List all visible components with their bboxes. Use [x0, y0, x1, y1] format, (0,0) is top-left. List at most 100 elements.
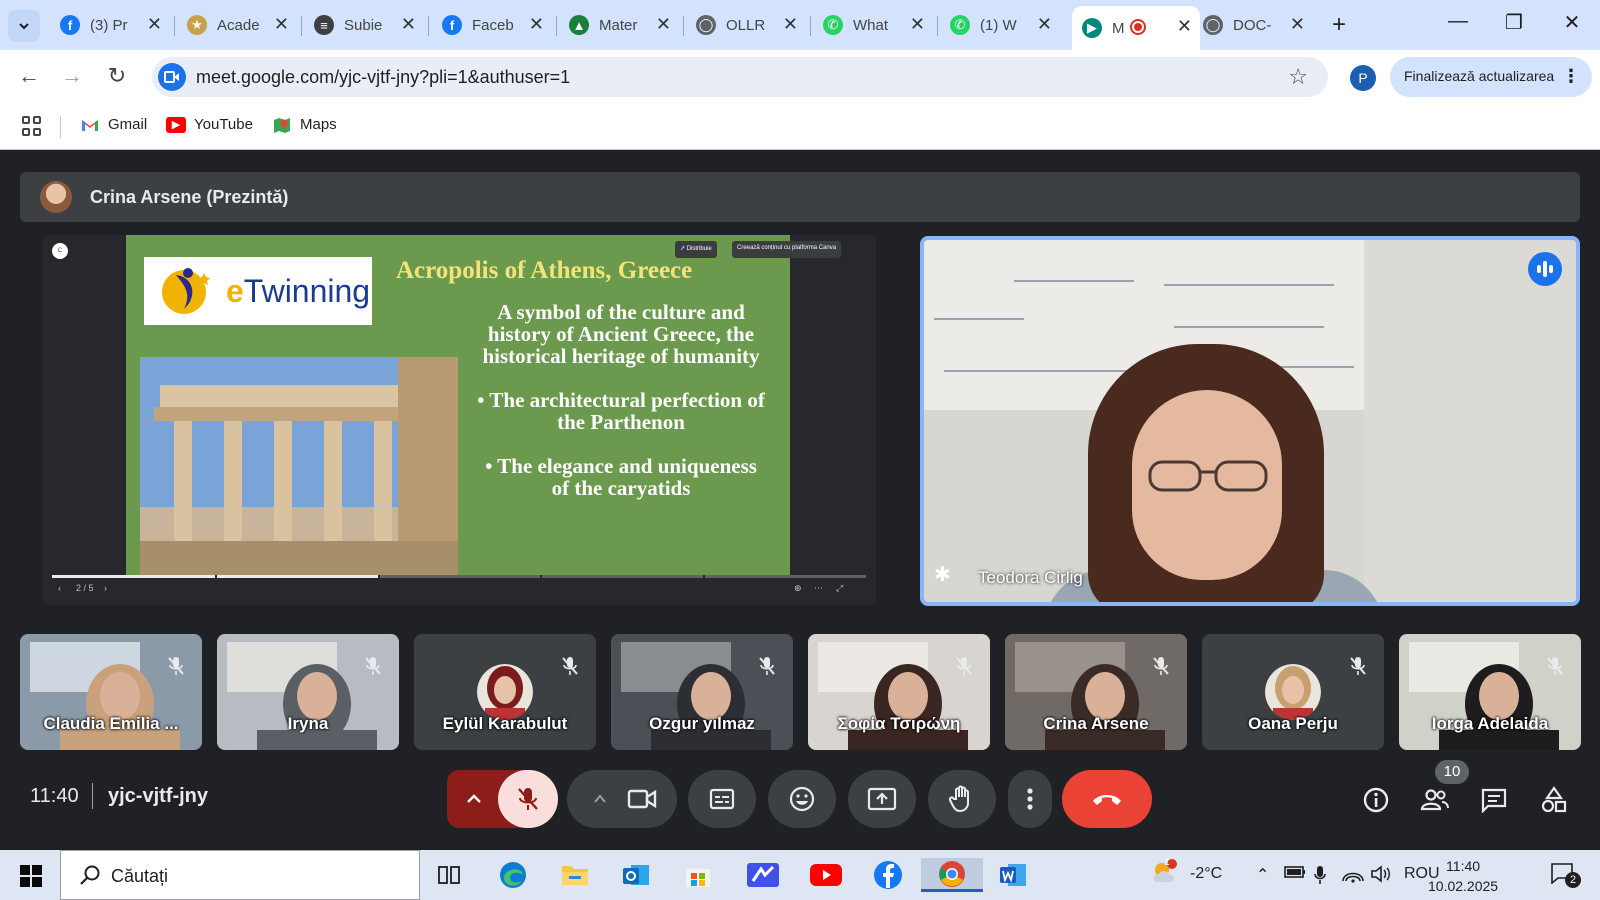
- browser-tab[interactable]: ★ Acade ✕: [177, 8, 297, 42]
- speaking-indicator-icon: [1528, 252, 1562, 286]
- weather-temperature[interactable]: -2°C: [1190, 865, 1222, 883]
- close-tab-icon[interactable]: ✕: [1037, 14, 1052, 35]
- reload-button[interactable]: ↻: [102, 63, 132, 89]
- facebook-app-icon[interactable]: [870, 858, 906, 892]
- participant-tile[interactable]: Claudia Emilia ...: [20, 634, 202, 750]
- edge-icon[interactable]: [495, 858, 531, 892]
- browser-tab[interactable]: ✆ What ✕: [813, 8, 933, 42]
- microphone-toggle-button[interactable]: [498, 770, 558, 828]
- bookmark-gmail[interactable]: Gmail: [80, 116, 147, 133]
- slide-title: Acropolis of Athens, Greece: [396, 257, 693, 284]
- reactions-button[interactable]: [768, 770, 836, 828]
- address-bar[interactable]: meet.google.com/yjc-vjtf-jny?pli=1&authu…: [152, 57, 1328, 97]
- raise-hand-button[interactable]: [928, 770, 996, 828]
- participant-tile[interactable]: Ozgur yılmaz: [611, 634, 793, 750]
- whatsapp-icon: ✆: [823, 15, 843, 35]
- participant-tile[interactable]: Oana Perju: [1202, 634, 1384, 750]
- bookmark-youtube[interactable]: ▶ YouTube: [166, 116, 253, 133]
- participant-tile[interactable]: Iorga Adelaida: [1399, 634, 1581, 750]
- bookmark-maps[interactable]: Maps: [272, 116, 337, 133]
- slide-progress-bar[interactable]: [52, 575, 866, 578]
- browser-tab[interactable]: f (3) Pr ✕: [50, 8, 170, 42]
- more-vert-icon[interactable]: ⋮: [1562, 66, 1580, 87]
- close-tab-icon[interactable]: ✕: [529, 14, 544, 35]
- chat-button[interactable]: [1474, 780, 1514, 820]
- microsoft-store-icon[interactable]: [680, 858, 716, 892]
- participant-tile[interactable]: Iryna: [217, 634, 399, 750]
- close-tab-icon[interactable]: ✕: [147, 14, 162, 35]
- participant-tile[interactable]: Σοφία Τσιρώνη: [808, 634, 990, 750]
- more-options-button[interactable]: [1008, 770, 1052, 828]
- active-speaker-tile[interactable]: ✱ Teodora Cirlig: [920, 236, 1580, 606]
- meeting-info-button[interactable]: [1356, 780, 1396, 820]
- wifi-icon[interactable]: [1342, 865, 1364, 888]
- participant-tile[interactable]: Crina Arsene: [1005, 634, 1187, 750]
- people-button[interactable]: [1415, 780, 1455, 820]
- new-tab-button[interactable]: +: [1332, 11, 1346, 39]
- restore-button[interactable]: ❐: [1494, 10, 1534, 35]
- microphone-tray-icon[interactable]: [1314, 865, 1326, 890]
- close-tab-icon[interactable]: ✕: [1177, 16, 1192, 37]
- video-options-button[interactable]: [567, 770, 677, 828]
- browser-tab[interactable]: ✆ (1) W ✕: [940, 8, 1060, 42]
- close-tab-icon[interactable]: ✕: [656, 14, 671, 35]
- battery-icon[interactable]: [1284, 865, 1306, 884]
- tab-title: DOC-: [1233, 16, 1272, 34]
- next-slide-icon[interactable]: ›: [104, 583, 107, 593]
- volume-icon[interactable]: [1370, 865, 1392, 888]
- share-slide-button[interactable]: ↗ Distribuie: [675, 241, 717, 258]
- word-app-icon[interactable]: [995, 858, 1031, 892]
- browser-tab[interactable]: ◯ OLLR ✕: [686, 8, 806, 42]
- task-view-icon[interactable]: [431, 858, 467, 892]
- profile-avatar[interactable]: P: [1350, 65, 1376, 91]
- bookmark-star-icon[interactable]: ☆: [1288, 64, 1308, 90]
- apps-grid-icon[interactable]: [22, 116, 42, 136]
- chevron-up-icon[interactable]: ⌃: [1256, 865, 1269, 885]
- youtube-app-icon[interactable]: [808, 858, 844, 892]
- system-clock[interactable]: 11:40 10.02.2025: [1428, 856, 1498, 896]
- site-info-icon[interactable]: [158, 63, 186, 91]
- chevron-up-icon: [594, 794, 606, 803]
- close-window-button[interactable]: ✕: [1552, 10, 1592, 35]
- taskbar-search-box[interactable]: Căutați: [60, 850, 420, 900]
- browser-tab[interactable]: f Faceb ✕: [432, 8, 552, 42]
- math-app-icon[interactable]: [745, 858, 781, 892]
- minimize-button[interactable]: —: [1438, 10, 1478, 33]
- browser-tab[interactable]: ▲ Mater ✕: [559, 8, 679, 42]
- participant-name: Claudia Emilia ...: [43, 714, 179, 733]
- url-text[interactable]: meet.google.com/yjc-vjtf-jny?pli=1&authu…: [196, 67, 570, 88]
- more-vert-icon: [1027, 788, 1033, 810]
- forward-button[interactable]: →: [57, 63, 87, 89]
- more-horiz-icon[interactable]: ⋯: [814, 583, 823, 594]
- captions-button[interactable]: [688, 770, 756, 828]
- present-screen-button[interactable]: [848, 770, 916, 828]
- leave-call-button[interactable]: [1062, 770, 1152, 828]
- close-tab-icon[interactable]: ✕: [274, 14, 289, 35]
- activities-button[interactable]: [1534, 780, 1574, 820]
- file-explorer-icon[interactable]: [557, 858, 593, 892]
- browser-tab[interactable]: ≡ Subie ✕: [304, 8, 424, 42]
- mic-off-icon: [753, 652, 781, 680]
- tab-search-button[interactable]: [8, 10, 40, 42]
- participant-tile[interactable]: Eylül Karabulut: [414, 634, 596, 750]
- recording-icon: [1130, 19, 1146, 35]
- chrome-app-icon[interactable]: [921, 858, 983, 892]
- close-tab-icon[interactable]: ✕: [401, 14, 416, 35]
- windows-start-icon[interactable]: [20, 865, 42, 887]
- browser-tab[interactable]: ◯ DOC- ✕: [1193, 8, 1313, 42]
- close-tab-icon[interactable]: ✕: [783, 14, 798, 35]
- presentation-tile[interactable]: C eTwinning Acropolis of Athens, Greece …: [42, 235, 876, 605]
- canva-create-button[interactable]: Creează conținut cu platforma Canva: [732, 241, 842, 258]
- fullscreen-icon[interactable]: ⤢: [836, 583, 843, 594]
- zoom-icon[interactable]: ⊕: [794, 583, 802, 594]
- close-tab-icon[interactable]: ✕: [1290, 14, 1305, 35]
- browser-tab[interactable]: ▶ M ✕: [1072, 6, 1200, 50]
- back-button[interactable]: ←: [14, 63, 44, 89]
- finish-update-button[interactable]: Finalizează actualizarea ⋮: [1390, 57, 1592, 97]
- slide-body: A symbol of the culture and history of A…: [476, 301, 766, 499]
- outlook-icon[interactable]: [618, 858, 654, 892]
- pin-icon[interactable]: ✱: [934, 562, 951, 587]
- bookmarks-bar: Gmail ▶ YouTube Maps: [0, 104, 1600, 150]
- close-tab-icon[interactable]: ✕: [910, 14, 925, 35]
- prev-slide-icon[interactable]: ‹: [58, 583, 61, 593]
